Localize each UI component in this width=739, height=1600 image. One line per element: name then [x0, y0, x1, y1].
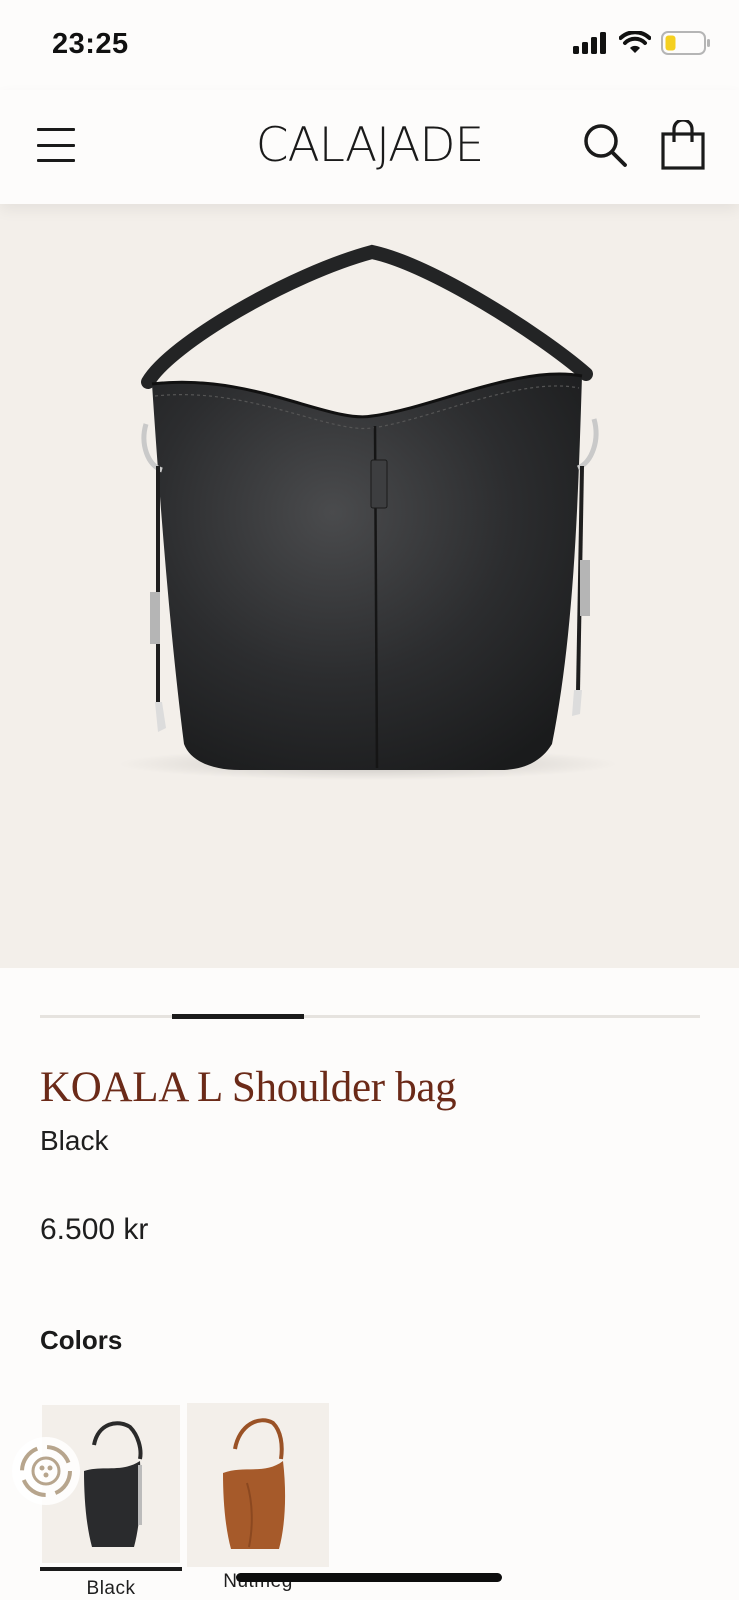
status-bar: 23:25: [0, 0, 739, 90]
swatch-label-black: Black: [86, 1578, 136, 1599]
color-swatch-nutmeg[interactable]: Nutmeg: [187, 1403, 329, 1600]
home-indicator: [236, 1573, 502, 1582]
signal-icon: [573, 32, 606, 54]
shopping-bag-icon[interactable]: [661, 120, 705, 170]
gallery-progress-indicator: [172, 1014, 304, 1019]
product-color: Black: [40, 1125, 109, 1156]
accessibility-widget-button[interactable]: [12, 1437, 80, 1505]
product-image[interactable]: [0, 204, 739, 968]
search-icon[interactable]: [582, 122, 628, 168]
accessibility-icon: [20, 1445, 72, 1497]
status-icons: [573, 30, 711, 56]
product-price: 6.500 kr: [40, 1213, 149, 1246]
gallery-progress[interactable]: [40, 1014, 700, 1019]
selected-indicator: [40, 1567, 182, 1571]
product-title: KOALA L Shoulder bag: [40, 1064, 457, 1111]
battery-icon: [661, 31, 710, 55]
top-nav: CALAJADE: [0, 90, 739, 204]
colors-heading: Colors: [40, 1325, 123, 1355]
status-time: 23:25: [52, 28, 129, 60]
shoulder-bag-illustration: [118, 244, 618, 780]
brand-logo[interactable]: CALAJADE: [0, 118, 739, 173]
wifi-icon: [619, 31, 651, 53]
nutmeg-bag-thumbnail: [187, 1403, 329, 1567]
